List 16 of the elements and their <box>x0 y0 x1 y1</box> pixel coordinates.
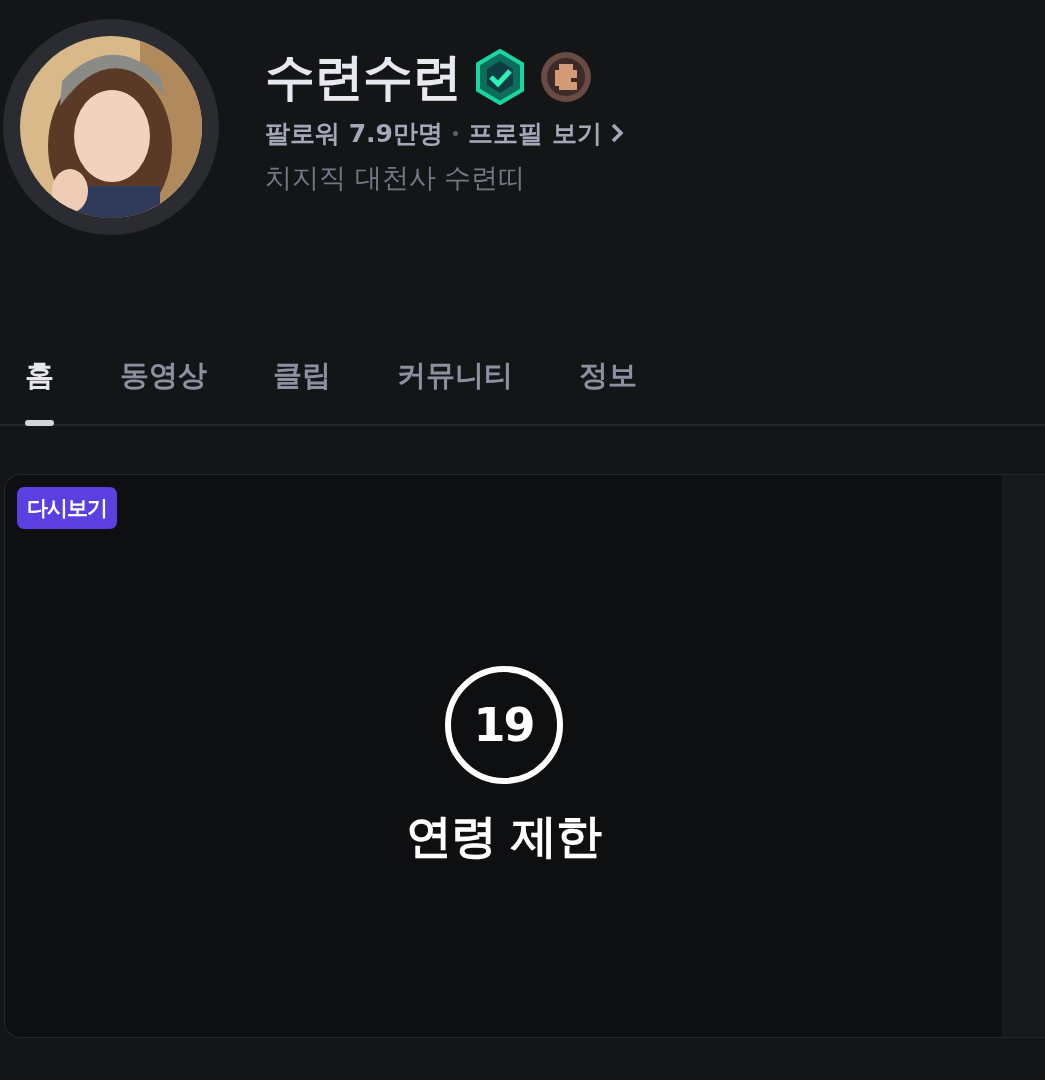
tab[interactable]: 클립 <box>273 356 331 424</box>
separator-dot <box>453 130 458 136</box>
tab[interactable]: 홈 <box>25 356 54 424</box>
profile-link[interactable]: 프로필 보기 <box>468 116 624 150</box>
age-rating-icon: 19 <box>444 666 563 784</box>
channel-description: 치지직 대천사 수련띠 <box>265 160 527 195</box>
follower-count: 팔로워 7.9만명 <box>265 117 443 150</box>
tab[interactable]: 동영상 <box>120 356 207 424</box>
age-restriction-label: 연령 제한 <box>406 808 601 865</box>
replay-badge: 다시보기 <box>17 487 117 529</box>
chevron-right-icon <box>609 122 624 144</box>
video-card[interactable]: 다시보기 19 연령 제한 <box>4 474 1045 1038</box>
tab[interactable]: 정보 <box>579 356 637 424</box>
pixel-creature-badge-icon <box>539 50 593 104</box>
channel-name: 수련수련 <box>265 46 461 108</box>
tab[interactable]: 커뮤니티 <box>397 356 513 424</box>
